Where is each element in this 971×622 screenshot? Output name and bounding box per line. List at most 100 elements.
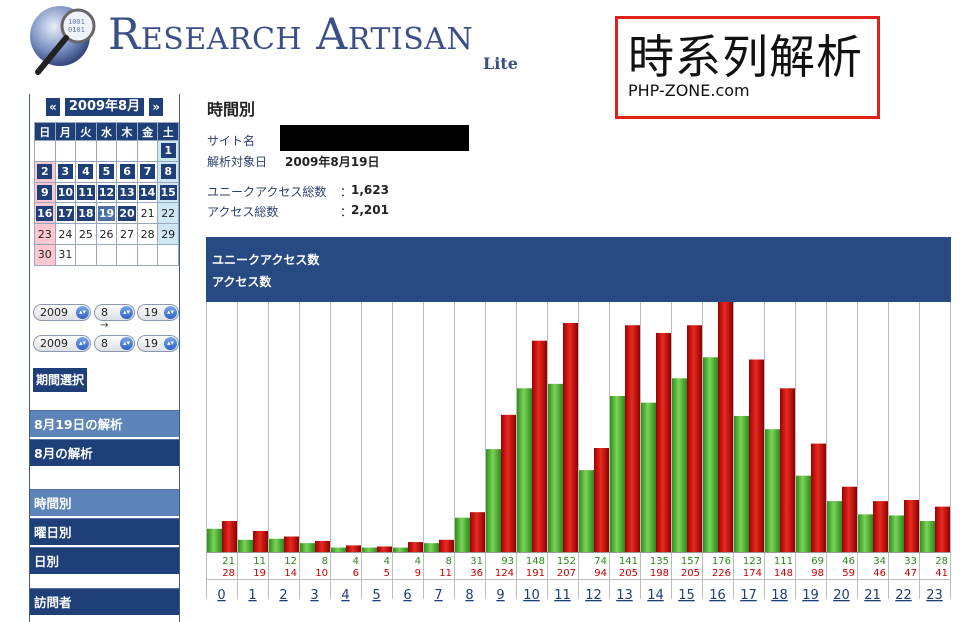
calendar-day-number[interactable]: 18 — [77, 205, 95, 221]
hour-link[interactable]: 22 — [895, 588, 912, 603]
calendar-empty-cell — [95, 140, 118, 162]
value-label-unique: 4 — [415, 556, 421, 567]
bar-unique — [424, 543, 439, 552]
calendar-day-number[interactable]: 20 — [118, 205, 136, 221]
bar-total — [253, 530, 268, 552]
hour-link[interactable]: 4 — [341, 588, 349, 603]
hour-link[interactable]: 14 — [647, 588, 664, 603]
prev-month-button[interactable]: « — [46, 97, 60, 116]
calendar-day-number[interactable]: 13 — [118, 184, 136, 200]
chart-plot: 2128011191121428103464455496811731368931… — [206, 302, 951, 603]
bar-unique — [300, 543, 315, 552]
value-label-total: 10 — [315, 568, 328, 579]
bar-unique — [362, 547, 377, 552]
calendar-day-link: 14 — [136, 181, 159, 204]
hour-link[interactable]: 11 — [554, 588, 571, 603]
calendar-day-number[interactable]: 6 — [119, 164, 135, 180]
period-select-button[interactable]: 期間選択 — [33, 368, 88, 392]
hour-link[interactable]: 8 — [465, 588, 473, 603]
calendar-day-number[interactable]: 2 — [37, 164, 53, 180]
value-label-unique: 74 — [594, 556, 607, 567]
hour-link[interactable]: 5 — [372, 588, 380, 603]
bar-unique — [827, 501, 842, 552]
menu-daily[interactable]: 日別 — [30, 547, 179, 574]
svg-text:0101: 0101 — [68, 26, 85, 34]
hour-link[interactable]: 21 — [864, 588, 881, 603]
bar-total — [439, 539, 454, 552]
hour-link[interactable]: 2 — [279, 588, 287, 603]
hour-link[interactable]: 0 — [217, 588, 225, 603]
hour-link[interactable]: 6 — [403, 588, 411, 603]
value-label-total: 19 — [253, 568, 266, 579]
calendar-day-number[interactable]: 15 — [159, 184, 177, 200]
banner: 時系列解析 PHP-ZONE.com — [615, 16, 880, 119]
menu-day-analysis[interactable]: 8月19日の解析 — [30, 410, 179, 437]
hour-link[interactable]: 20 — [833, 588, 850, 603]
hourly-chart: ユニークアクセス数 アクセス数 21 28 0 11 19 1 12 14 2 8 10 3 4 6 4 4 5… — [206, 237, 951, 612]
calendar-day-number[interactable]: 10 — [56, 184, 74, 200]
bar-unique — [331, 547, 346, 552]
next-month-button[interactable]: » — [149, 97, 163, 116]
hour-link[interactable]: 3 — [310, 588, 318, 603]
bar-unique — [703, 357, 718, 552]
value-label-unique: 4 — [353, 556, 359, 567]
calendar-month-label: 2009年8月 — [64, 97, 145, 116]
hour-link[interactable]: 13 — [616, 588, 633, 603]
hour-link[interactable]: 16 — [709, 588, 726, 603]
hour-link[interactable]: 17 — [740, 588, 757, 603]
banner-title: 時系列解析 — [628, 30, 863, 84]
hour-link[interactable]: 1 — [248, 588, 256, 603]
bar-total — [842, 486, 857, 552]
hour-link[interactable]: 15 — [678, 588, 695, 603]
hour-link[interactable]: 19 — [802, 588, 819, 603]
value-label-unique: 34 — [873, 556, 886, 567]
bar-unique — [393, 547, 408, 552]
calendar-empty-cell — [136, 243, 159, 266]
calendar-day-number[interactable]: 12 — [97, 184, 116, 200]
hour-link[interactable]: 18 — [771, 588, 788, 603]
hour-link[interactable]: 23 — [926, 588, 943, 603]
calendar-day-number[interactable]: 3 — [57, 164, 73, 180]
svg-text:1001: 1001 — [68, 18, 85, 26]
menu-visitors[interactable]: 訪問者 — [30, 588, 179, 615]
calendar-day-number[interactable]: 17 — [56, 205, 74, 221]
calendar-day-number[interactable]: 9 — [37, 184, 53, 200]
calendar-day-number[interactable]: 11 — [77, 184, 95, 200]
calendar-day: 28 — [136, 223, 159, 245]
menu-hourly[interactable]: 時間別 — [30, 489, 179, 516]
menu-weekday[interactable]: 曜日別 — [30, 518, 179, 545]
hour-link[interactable]: 7 — [434, 588, 442, 603]
select-arrows-icon: ▴▾ — [76, 337, 89, 350]
select-arrows-icon: ▴▾ — [164, 337, 177, 350]
value-label-total: 191 — [526, 568, 545, 579]
calendar-day-number[interactable]: 16 — [36, 205, 54, 221]
value-label-unique: 141 — [619, 556, 638, 567]
calendar-day-number[interactable]: 14 — [138, 184, 157, 200]
calendar-day-number[interactable]: 1 — [160, 143, 176, 159]
calendar-day-number[interactable]: 8 — [160, 164, 176, 180]
magnifier-globe-icon: 1001 0101 — [30, 6, 96, 75]
from-day-select[interactable]: 19 ▴▾ — [137, 304, 179, 321]
calendar-day-number[interactable]: 4 — [78, 164, 94, 180]
bar-unique — [269, 538, 284, 552]
from-year-select[interactable]: 2009 ▴▾ — [33, 304, 91, 321]
value-label-total: 226 — [712, 568, 731, 579]
hour-link[interactable]: 9 — [496, 588, 504, 603]
hour-link[interactable]: 10 — [523, 588, 540, 603]
to-day-select[interactable]: 19 ▴▾ — [137, 335, 179, 352]
bar-total — [625, 325, 640, 552]
to-month-select[interactable]: 8 ▴▾ — [94, 335, 135, 352]
logo[interactable]: 1001 0101 Research Artisan Lite — [28, 2, 528, 80]
hour-link[interactable]: 12 — [585, 588, 602, 603]
calendar-day-link: 1 — [157, 140, 179, 162]
calendar-day-number[interactable]: 19 — [97, 205, 116, 221]
calendar-day-number[interactable]: 5 — [98, 164, 114, 180]
menu-month-analysis[interactable]: 8月の解析 — [30, 439, 179, 466]
to-year-select[interactable]: 2009 ▴▾ — [33, 335, 91, 352]
value-label-unique: 69 — [811, 556, 824, 567]
from-month-select[interactable]: 8 ▴▾ — [94, 304, 135, 321]
calendar-day-link: 17 — [54, 202, 77, 225]
calendar-day-number[interactable]: 7 — [140, 164, 156, 180]
calendar-day-link: 15 — [157, 181, 179, 204]
value-label-unique: 33 — [904, 556, 917, 567]
